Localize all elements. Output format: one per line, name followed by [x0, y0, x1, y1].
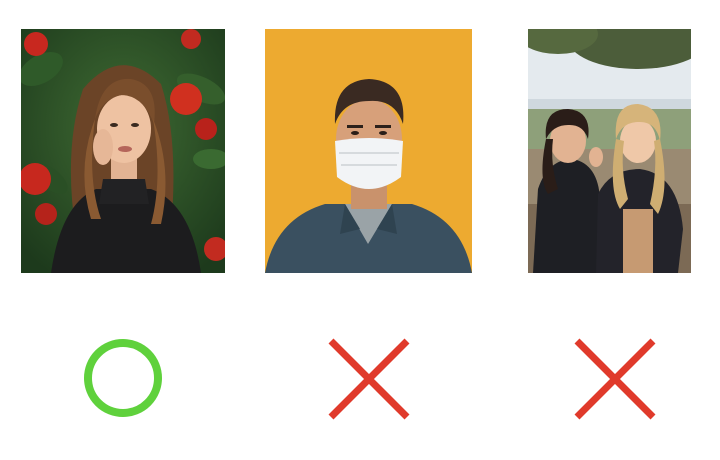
cross-icon [573, 337, 657, 421]
example-comparison [0, 0, 720, 460]
photo-man-with-face-mask [265, 29, 472, 273]
photo-woman-with-flowers [21, 29, 225, 273]
circle-icon [83, 338, 163, 418]
photo-two-people-group [528, 29, 691, 273]
cross-icon [327, 337, 411, 421]
